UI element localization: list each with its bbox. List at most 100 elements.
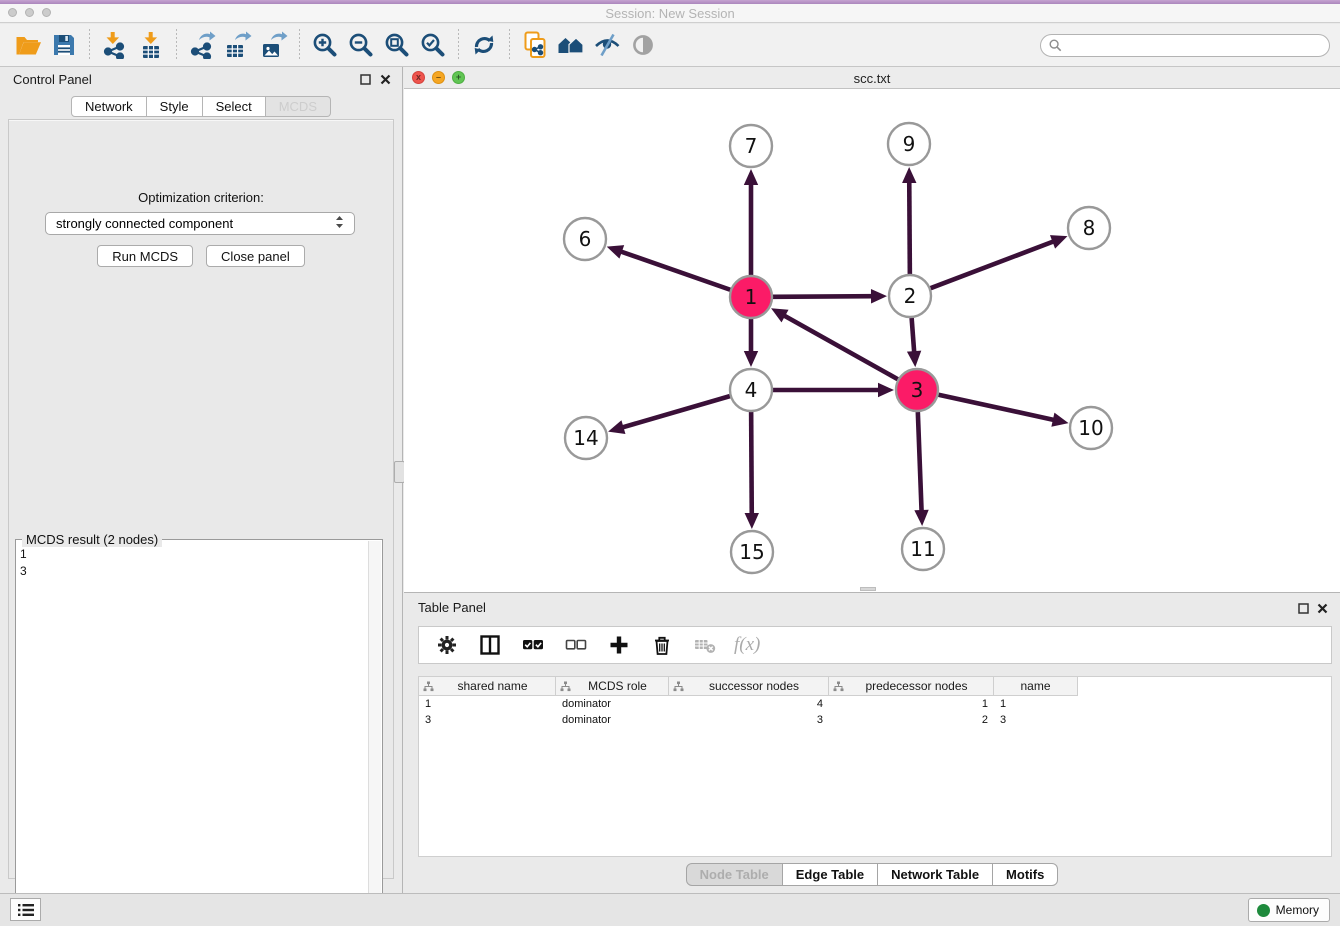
tab-edge-table[interactable]: Edge Table bbox=[783, 863, 878, 886]
arrowhead-2-9 bbox=[902, 167, 916, 183]
tab-network-table[interactable]: Network Table bbox=[878, 863, 993, 886]
network-file-title: scc.txt bbox=[404, 71, 1340, 86]
zoom-in-icon[interactable] bbox=[307, 28, 343, 62]
task-history-button[interactable] bbox=[10, 898, 41, 921]
mcds-result-title: MCDS result (2 nodes) bbox=[22, 532, 162, 547]
application-window: Session: New Session Control Panel bbox=[0, 0, 1340, 926]
deselect-all-icon[interactable] bbox=[562, 631, 590, 659]
save-session-icon[interactable] bbox=[46, 28, 82, 62]
session-title: Session: New Session bbox=[0, 6, 1340, 21]
hierarchy-icon bbox=[423, 681, 434, 692]
hierarchy-icon bbox=[560, 681, 571, 692]
arrowhead-3-11 bbox=[914, 510, 928, 526]
table-panel-title: Table Panel bbox=[418, 600, 486, 615]
node-table[interactable]: shared nameMCDS rolesuccessor nodesprede… bbox=[418, 676, 1332, 857]
clone-network-icon[interactable] bbox=[517, 28, 553, 62]
toolbar-separator bbox=[89, 29, 90, 61]
column-header-name[interactable]: name bbox=[994, 677, 1078, 696]
open-session-icon[interactable] bbox=[10, 28, 46, 62]
criterion-value: strongly connected component bbox=[56, 216, 233, 231]
show-details-icon[interactable] bbox=[625, 28, 661, 62]
node-label-10: 10 bbox=[1078, 416, 1103, 440]
export-table-icon[interactable] bbox=[220, 28, 256, 62]
close-panel-icon[interactable] bbox=[379, 73, 392, 86]
zoom-fit-icon[interactable] bbox=[379, 28, 415, 62]
tab-motifs[interactable]: Motifs bbox=[993, 863, 1058, 886]
network-view-window: x – + scc.txt 7968124314101511 bbox=[404, 67, 1340, 592]
edge-4-15[interactable] bbox=[751, 412, 752, 516]
mcds-result-line: 1 bbox=[20, 546, 366, 563]
edge-2-9[interactable] bbox=[909, 180, 910, 274]
node-label-7: 7 bbox=[745, 134, 758, 158]
column-header-successor-nodes[interactable]: successor nodes bbox=[669, 677, 829, 696]
table-row[interactable]: 3dominator323 bbox=[419, 712, 1331, 728]
add-icon[interactable] bbox=[605, 631, 633, 659]
table-cell: 3 bbox=[669, 712, 829, 728]
node-label-3: 3 bbox=[911, 378, 924, 402]
column-header-MCDS-role[interactable]: MCDS role bbox=[556, 677, 669, 696]
refresh-layout-icon[interactable] bbox=[466, 28, 502, 62]
column-header-predecessor-nodes[interactable]: predecessor nodes bbox=[829, 677, 994, 696]
export-image-icon[interactable] bbox=[256, 28, 292, 62]
network-canvas[interactable]: 7968124314101511 bbox=[404, 89, 1340, 592]
run-mcds-button[interactable]: Run MCDS bbox=[97, 245, 193, 267]
arrowhead-3-10 bbox=[1051, 413, 1068, 427]
gear-icon[interactable] bbox=[433, 631, 461, 659]
memory-button[interactable]: Memory bbox=[1248, 898, 1330, 922]
close-table-panel-icon[interactable] bbox=[1317, 601, 1328, 619]
function-builder-icon[interactable]: f(x) bbox=[734, 634, 760, 656]
edge-3-11[interactable] bbox=[918, 412, 922, 513]
select-stepper-icon bbox=[335, 215, 344, 232]
edge-2-3[interactable] bbox=[912, 318, 915, 354]
table-toolbar: f(x) bbox=[418, 626, 1332, 664]
edge-1-2[interactable] bbox=[773, 296, 874, 297]
search-input[interactable] bbox=[1067, 38, 1321, 52]
toolbar-separator bbox=[176, 29, 177, 61]
table-cell: 1 bbox=[994, 696, 1078, 712]
tab-network[interactable]: Network bbox=[71, 96, 147, 117]
search-box[interactable] bbox=[1040, 34, 1330, 57]
table-row[interactable]: 1dominator411 bbox=[419, 696, 1331, 712]
status-bar: Memory bbox=[0, 893, 1340, 926]
mcds-tab-content: Optimization criterion: strongly connect… bbox=[8, 119, 394, 879]
node-label-2: 2 bbox=[904, 284, 917, 308]
hide-details-icon[interactable] bbox=[589, 28, 625, 62]
zoom-out-icon[interactable] bbox=[343, 28, 379, 62]
canvas-resize-grip[interactable] bbox=[860, 587, 876, 591]
toolbar-separator bbox=[509, 29, 510, 61]
float-table-panel-icon[interactable] bbox=[1298, 601, 1309, 619]
node-label-4: 4 bbox=[745, 378, 758, 402]
tab-style[interactable]: Style bbox=[147, 96, 203, 117]
edge-2-8[interactable] bbox=[931, 241, 1056, 288]
delete-icon[interactable] bbox=[648, 631, 676, 659]
column-header-shared-name[interactable]: shared name bbox=[419, 677, 556, 696]
node-label-1: 1 bbox=[745, 285, 758, 309]
mcds-result-list: 13 bbox=[20, 546, 366, 910]
edge-1-6[interactable] bbox=[619, 251, 730, 290]
split-column-icon[interactable] bbox=[476, 631, 504, 659]
criterion-select[interactable]: strongly connected component bbox=[45, 212, 355, 235]
result-scrollbar[interactable] bbox=[368, 541, 381, 913]
delete-table-icon[interactable] bbox=[691, 631, 719, 659]
edge-4-14[interactable] bbox=[621, 396, 730, 428]
main-titlebar: Session: New Session bbox=[0, 0, 1340, 23]
edge-3-10[interactable] bbox=[938, 395, 1055, 421]
mcds-result-line: 3 bbox=[20, 563, 366, 580]
home-view-icon[interactable] bbox=[553, 28, 589, 62]
control-panel-title: Control Panel bbox=[13, 72, 92, 87]
tab-node-table[interactable]: Node Table bbox=[686, 863, 783, 886]
select-all-icon[interactable] bbox=[519, 631, 547, 659]
tab-select[interactable]: Select bbox=[203, 96, 266, 117]
zoom-selected-icon[interactable] bbox=[415, 28, 451, 62]
memory-status-icon bbox=[1257, 904, 1270, 917]
edge-3-1[interactable] bbox=[782, 315, 897, 380]
arrowhead-1-6 bbox=[607, 245, 624, 259]
import-network-icon[interactable] bbox=[97, 28, 133, 62]
table-cell: dominator bbox=[556, 696, 669, 712]
export-network-icon[interactable] bbox=[184, 28, 220, 62]
table-cell: dominator bbox=[556, 712, 669, 728]
tab-mcds[interactable]: MCDS bbox=[266, 96, 331, 117]
float-panel-icon[interactable] bbox=[359, 73, 372, 86]
import-table-icon[interactable] bbox=[133, 28, 169, 62]
close-panel-button[interactable]: Close panel bbox=[206, 245, 305, 267]
